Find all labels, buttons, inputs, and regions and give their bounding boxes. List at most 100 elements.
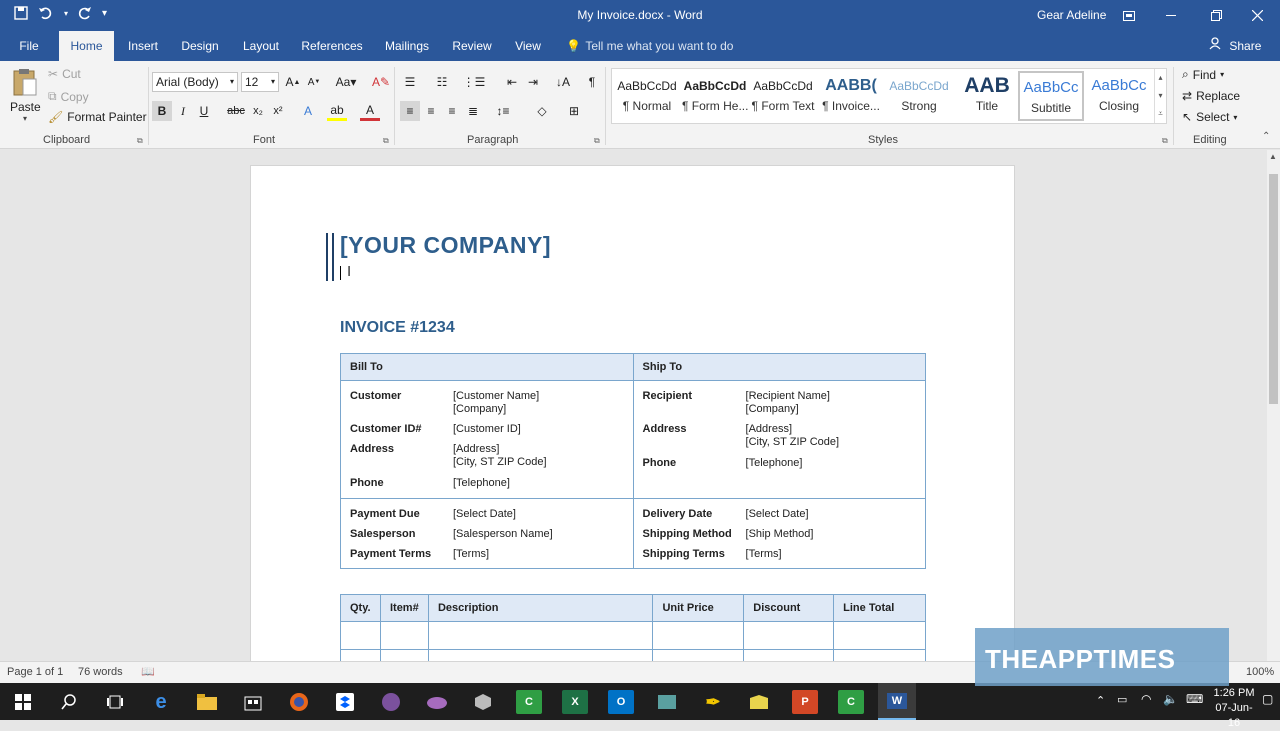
style-invoice[interactable]: AABB(¶ Invoice... [818, 71, 884, 121]
phone-value[interactable]: [Telephone] [746, 457, 840, 477]
document-page[interactable]: [YOUR COMPANY] I INVOICE #1234 Bill To S… [250, 165, 1015, 661]
powerpoint-icon[interactable]: P [792, 690, 818, 714]
volume-icon[interactable]: 🔈 [1163, 692, 1178, 706]
folder-app-icon[interactable] [746, 690, 772, 714]
style-form-text[interactable]: AaBbCcDd ¶ Form Text [750, 71, 816, 121]
col-item[interactable]: Item# [379, 594, 429, 622]
minimize-button[interactable] [1148, 0, 1194, 31]
text-effects-icon[interactable]: A [298, 101, 318, 121]
word-taskbar-icon[interactable]: W [878, 683, 916, 720]
battery-icon[interactable]: ▭ [1117, 693, 1127, 706]
scroll-up-icon[interactable]: ▲ [1269, 152, 1277, 161]
field-value[interactable]: [Address] [City, ST ZIP Code] [453, 443, 547, 477]
vertical-scrollbar[interactable]: ▲ [1267, 150, 1280, 661]
paste-dropdown-icon[interactable]: ▾ [10, 114, 40, 123]
network-app-icon[interactable] [654, 690, 680, 714]
bill-to-header[interactable]: Bill To [340, 353, 634, 381]
font-family-combo[interactable]: Arial (Body) ▾ [152, 72, 238, 92]
tab-design[interactable]: Design [176, 31, 224, 61]
notifications-icon[interactable]: ▢ [1262, 692, 1273, 706]
clock[interactable]: 1:26 PM 07-Jun-16 [1212, 686, 1256, 731]
numbering-icon[interactable]: ☷ [432, 72, 452, 92]
cut-button[interactable]: ✂ Cut [48, 67, 81, 81]
styles-scroll[interactable]: ▴ ▾ ⩡ [1154, 69, 1166, 123]
delivery-date-value[interactable]: [Select Date] [746, 508, 814, 528]
camtasia-icon[interactable]: C [516, 690, 542, 714]
onenote-cloud-icon[interactable] [424, 690, 450, 714]
styles-launcher-icon[interactable]: ⧉ [1162, 136, 1168, 146]
tab-insert[interactable]: Insert [121, 31, 165, 61]
ship-method-value[interactable]: [Ship Method] [746, 528, 814, 548]
tell-me-search[interactable]: 💡 Tell me what you want to do [566, 31, 733, 61]
col-discount[interactable]: Discount [743, 594, 835, 622]
col-qty[interactable]: Qty. [340, 594, 381, 622]
tab-references[interactable]: References [298, 31, 366, 61]
collapse-ribbon-icon[interactable]: ⌃ [1262, 131, 1270, 142]
pilcrow-icon[interactable]: ¶ [582, 72, 602, 92]
tab-view[interactable]: View [508, 31, 548, 61]
col-line-total[interactable]: Line Total [833, 594, 926, 622]
task-view-icon[interactable] [102, 690, 128, 714]
user-name[interactable]: Gear Adeline [1037, 8, 1106, 22]
tab-file[interactable]: File [12, 31, 46, 61]
style-subtitle[interactable]: AaBbCc Subtitle [1018, 71, 1084, 121]
customer-id-value[interactable]: [Customer ID] [453, 423, 547, 443]
page-count[interactable]: Page 1 of 1 [7, 666, 63, 678]
field-value[interactable]: [Recipient Name] [Company] [746, 390, 840, 423]
align-left-icon[interactable]: ≡ [400, 101, 420, 121]
ship-to-details[interactable]: Recipient [Recipient Name] [Company] Addre… [632, 380, 927, 499]
tab-mailings[interactable]: Mailings [378, 31, 436, 61]
line-spacing-icon[interactable]: ↕≡ [493, 101, 513, 121]
increase-indent-icon[interactable]: ⇥ [523, 72, 543, 92]
borders-icon[interactable]: ⊞ [564, 101, 584, 121]
col-description[interactable]: Description [427, 594, 654, 622]
style-form-heading[interactable]: AaBbCcDd ¶ Form He... [682, 71, 748, 121]
style-title[interactable]: AAB Title [954, 71, 1020, 121]
replace-button[interactable]: ⇄ Replace [1182, 89, 1240, 103]
table-row[interactable] [340, 621, 926, 650]
file-explorer-icon[interactable] [194, 690, 220, 714]
style-strong[interactable]: AaBbCcDd Strong [886, 71, 952, 121]
bullets-icon[interactable]: ☰ [400, 72, 420, 92]
style-closing[interactable]: AaBbCc Closing [1086, 71, 1152, 121]
invoice-title[interactable]: INVOICE #1234 [340, 319, 455, 337]
field-value[interactable]: [Customer Name] [Company] [453, 390, 547, 423]
payment-terms-value[interactable]: [Terms] [453, 548, 553, 568]
format-painter-button[interactable]: 🖌 Format Painter [48, 110, 147, 124]
dropbox-icon[interactable] [332, 690, 358, 714]
strikethrough-icon[interactable]: abc [226, 101, 246, 121]
app-cube-icon[interactable] [470, 690, 496, 714]
multilevel-list-icon[interactable]: ⋮☰ [463, 72, 486, 92]
clear-formatting-icon[interactable]: A✎ [371, 72, 391, 92]
ribbon-display-options-button[interactable] [1106, 0, 1152, 31]
tab-layout[interactable]: Layout [236, 31, 286, 61]
payment-due-value[interactable]: [Select Date] [453, 508, 553, 528]
subscript-icon[interactable]: x₂ [248, 101, 268, 121]
align-center-icon[interactable]: ≡ [421, 101, 441, 121]
align-right-icon[interactable]: ≡ [442, 101, 462, 121]
underline-icon[interactable]: U [194, 101, 214, 121]
search-icon[interactable] [56, 690, 82, 714]
salesperson-value[interactable]: [Salesperson Name] [453, 528, 553, 548]
company-name[interactable]: [YOUR COMPANY] [340, 232, 551, 259]
viber-icon[interactable] [378, 690, 404, 714]
sort-icon[interactable]: ↓A [553, 72, 573, 92]
tab-review[interactable]: Review [448, 31, 496, 61]
store-icon[interactable] [240, 690, 266, 714]
shipping-details[interactable]: Delivery Date [Select Date] Shipping Meth… [632, 498, 927, 569]
col-unit-price[interactable]: Unit Price [652, 594, 745, 622]
justify-icon[interactable]: ≣ [463, 101, 483, 121]
tab-home[interactable]: Home [59, 31, 114, 61]
restore-button[interactable] [1193, 0, 1239, 31]
copy-button[interactable]: ⧉ Copy [48, 89, 89, 104]
scroll-thumb[interactable] [1269, 174, 1278, 404]
font-color-icon[interactable]: A [360, 101, 380, 121]
italic-icon[interactable]: I [173, 101, 193, 121]
style-normal[interactable]: AaBbCcDd ¶ Normal [614, 71, 680, 121]
grow-font-icon[interactable]: A ▲ [283, 72, 303, 92]
paste-button[interactable]: Paste ▾ [10, 67, 41, 123]
share-button[interactable]: Share [1209, 31, 1261, 61]
change-case-icon[interactable]: Aa▾ [331, 72, 361, 92]
tray-expand-icon[interactable]: ⌃ [1096, 694, 1105, 707]
paragraph-launcher-icon[interactable]: ⧉ [594, 136, 600, 146]
